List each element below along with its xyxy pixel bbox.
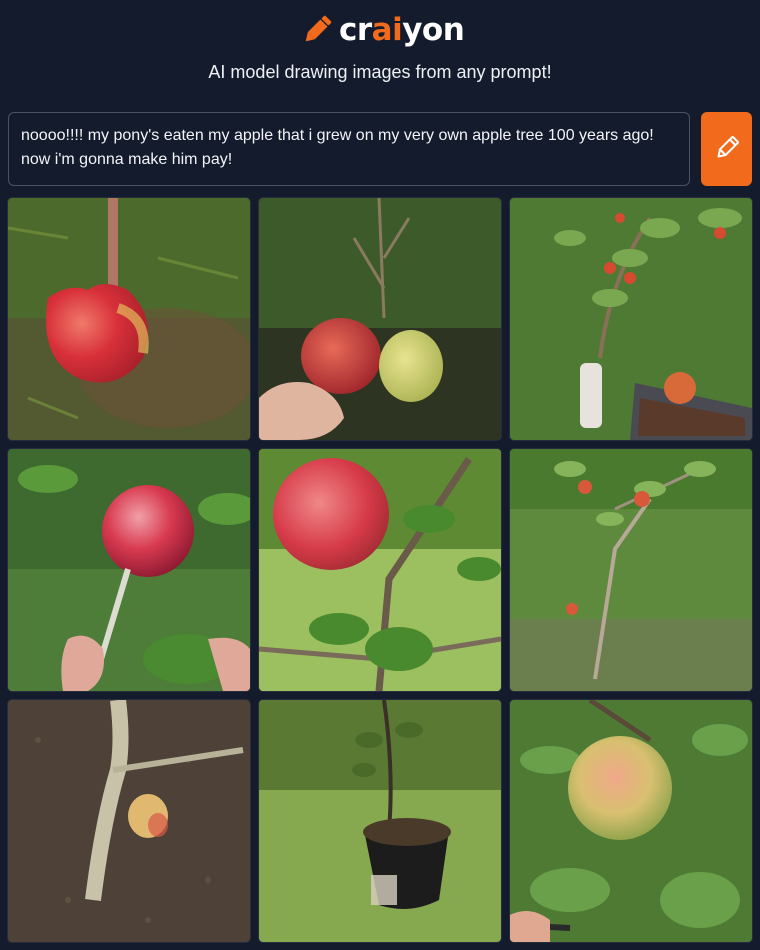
generated-image[interactable] <box>259 449 501 691</box>
pencil-icon <box>299 12 335 48</box>
draw-button[interactable] <box>701 112 752 186</box>
generated-image[interactable] <box>259 700 501 942</box>
generated-image[interactable] <box>8 700 250 942</box>
pencil-icon <box>713 134 741 165</box>
generated-image[interactable] <box>510 700 752 942</box>
generated-image[interactable] <box>259 198 501 440</box>
generated-image[interactable] <box>510 198 752 440</box>
prompt-input[interactable]: noooo!!!! my pony's eaten my apple that … <box>8 112 690 186</box>
tagline: AI model drawing images from any prompt! <box>208 62 552 82</box>
generated-image[interactable] <box>510 449 752 691</box>
logo[interactable]: craiyon <box>299 10 465 50</box>
generated-image[interactable] <box>8 198 250 440</box>
header: craiyon AI model drawing images from any… <box>0 0 760 110</box>
logo-text: craiyon <box>339 12 465 48</box>
image-grid <box>8 198 752 942</box>
generated-image[interactable] <box>8 449 250 691</box>
